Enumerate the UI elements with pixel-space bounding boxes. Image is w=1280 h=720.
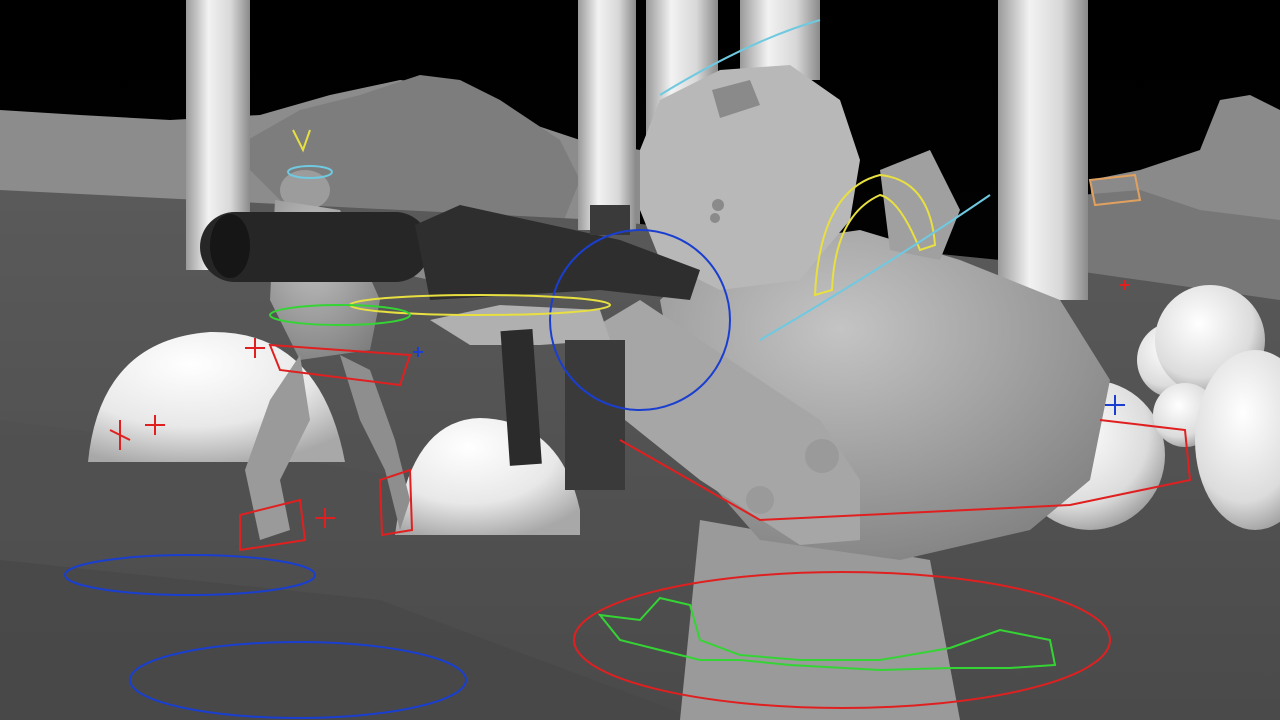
3d-viewport[interactable]	[0, 0, 1280, 720]
viewport-canvas[interactable]	[0, 0, 1280, 720]
